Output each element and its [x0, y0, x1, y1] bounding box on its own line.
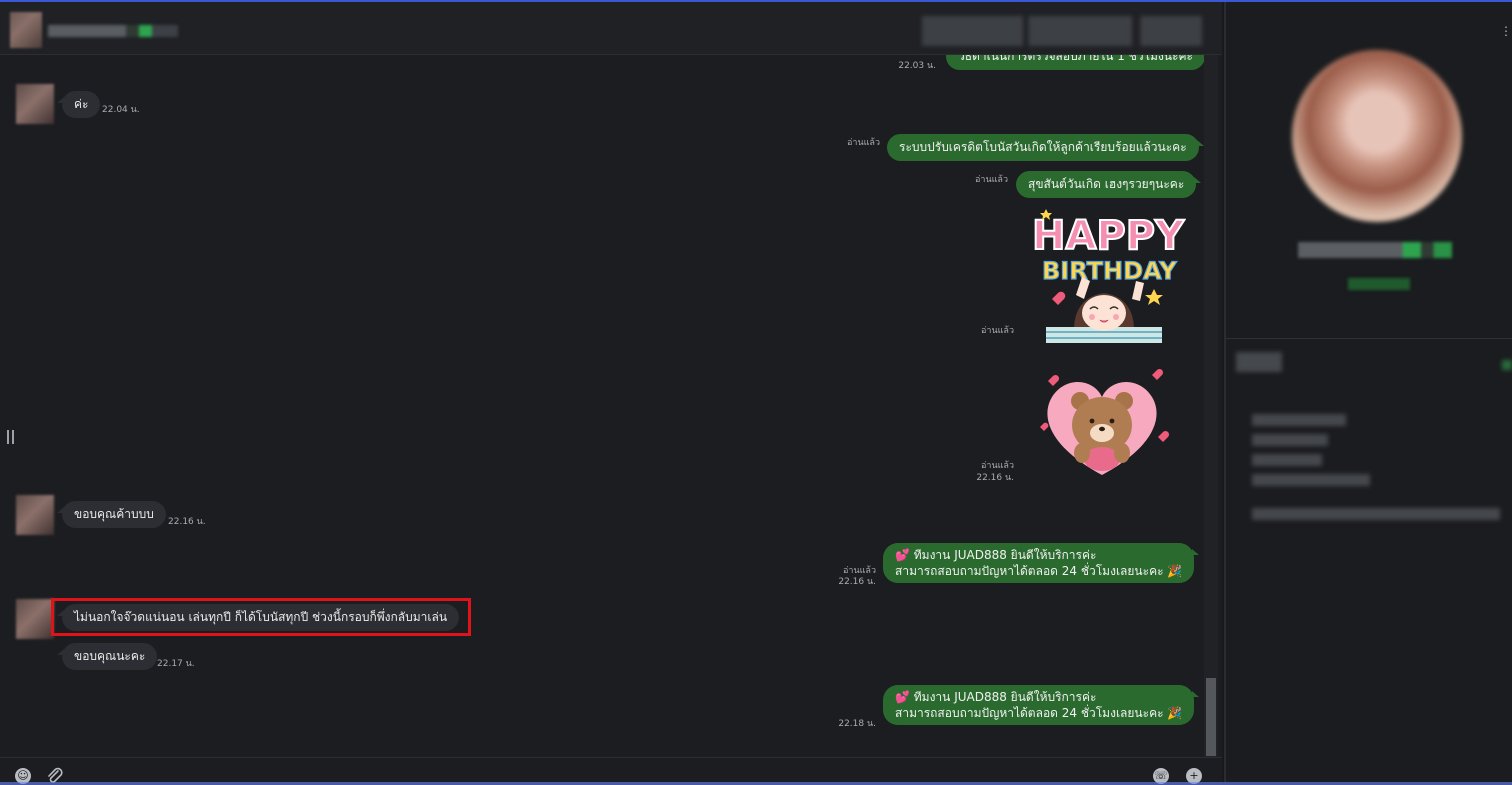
sender-avatar[interactable] — [16, 495, 54, 535]
bear-heart-sticker[interactable] — [1030, 367, 1175, 479]
message-bubble-out: 💕 ทีมงาน JUAD888 ยินดีให้บริการค่ะ สามาร… — [883, 543, 1200, 583]
message-time: 22.16 น. — [976, 473, 1014, 483]
message-time: 22.17 น. — [157, 659, 195, 669]
read-receipt: อ่านแล้ว — [981, 326, 1014, 336]
profile-name-redacted — [1298, 242, 1452, 258]
message-bubble-out: วิธีดำเนินการตรวจสอบภายใน 1 ชั่วโมงนะคะ — [946, 55, 1204, 70]
message-time: 22.16 น. — [168, 517, 206, 527]
contact-avatar[interactable] — [10, 12, 42, 48]
sender-avatar[interactable] — [16, 84, 54, 124]
chat-pane: วิธีดำเนินการตรวจสอบภายใน 1 ชั่วโมงนะคะ … — [0, 2, 1222, 785]
message-bubble-out: สุขสันต์วันเกิด เฮงๆรวยๆนะคะ — [1016, 171, 1202, 198]
profile-field-redacted — [1252, 434, 1328, 446]
message-line: สามารถสอบถามปัญหาได้ตลอด 24 ชั่วโมงเลยนะ… — [895, 706, 1183, 720]
profile-field-redacted — [1252, 414, 1346, 426]
sticker-text-birthday: BIRTHDAY — [1042, 257, 1177, 285]
message-time: 22.16 น. — [838, 577, 876, 587]
profile-status-redacted — [1348, 278, 1410, 290]
profile-toggle-redacted[interactable] — [1502, 360, 1512, 370]
sender-avatar[interactable] — [16, 599, 54, 639]
read-receipt: อ่านแล้ว — [847, 138, 880, 148]
profile-section-redacted — [1236, 352, 1282, 372]
profile-field-redacted — [1252, 508, 1500, 520]
message-input-bar[interactable]: ☺ ☏ + — [0, 757, 1222, 785]
profile-field-redacted — [1252, 474, 1370, 486]
kebab-menu-icon[interactable]: ⋮ — [1500, 24, 1512, 38]
read-receipt: อ่านแล้ว — [981, 461, 1014, 471]
sticker-text-happy: HAPPY — [1032, 213, 1185, 259]
profile-pane: ⋮ — [1224, 2, 1512, 782]
scrollbar-track[interactable] — [1204, 55, 1218, 757]
message-time: 22.04 น. — [102, 105, 140, 115]
header-actions-redacted[interactable] — [922, 16, 1202, 46]
profile-avatar[interactable] — [1292, 50, 1462, 222]
message-time: 22.03 น. — [898, 61, 936, 71]
message-bubble-out: ระบบปรับเครดิตโบนัสวันเกิดให้ลูกค้าเรียบ… — [887, 134, 1204, 161]
message-bubble-in: ขอบคุณนะคะ — [56, 643, 158, 670]
happy-birthday-sticker[interactable]: HAPPY BIRTHDAY — [1026, 203, 1186, 345]
resize-handle[interactable] — [7, 430, 14, 444]
message-bubble-in: ขอบคุณค้าบบบ — [57, 501, 166, 528]
contact-name-redacted — [48, 25, 178, 37]
highlight-box — [51, 598, 471, 636]
profile-field-redacted — [1252, 454, 1322, 466]
message-line: 💕 ทีมงาน JUAD888 ยินดีให้บริการค่ะ — [895, 548, 1097, 562]
message-list[interactable]: วิธีดำเนินการตรวจสอบภายใน 1 ชั่วโมงนะคะ … — [0, 55, 1204, 757]
message-bubble-in: ค่ะ — [56, 91, 101, 118]
message-line: สามารถสอบถามปัญหาได้ตลอด 24 ชั่วโมงเลยนะ… — [895, 564, 1183, 578]
read-receipt: อ่านแล้ว — [975, 175, 1008, 185]
scrollbar-thumb[interactable] — [1206, 678, 1216, 756]
message-line: 💕 ทีมงาน JUAD888 ยินดีให้บริการค่ะ — [895, 690, 1097, 704]
message-time: 22.18 น. — [838, 719, 876, 729]
chat-header — [0, 2, 1222, 55]
profile-divider — [1226, 338, 1512, 339]
message-bubble-out: 💕 ทีมงาน JUAD888 ยินดีให้บริการค่ะ สามาร… — [883, 685, 1200, 725]
